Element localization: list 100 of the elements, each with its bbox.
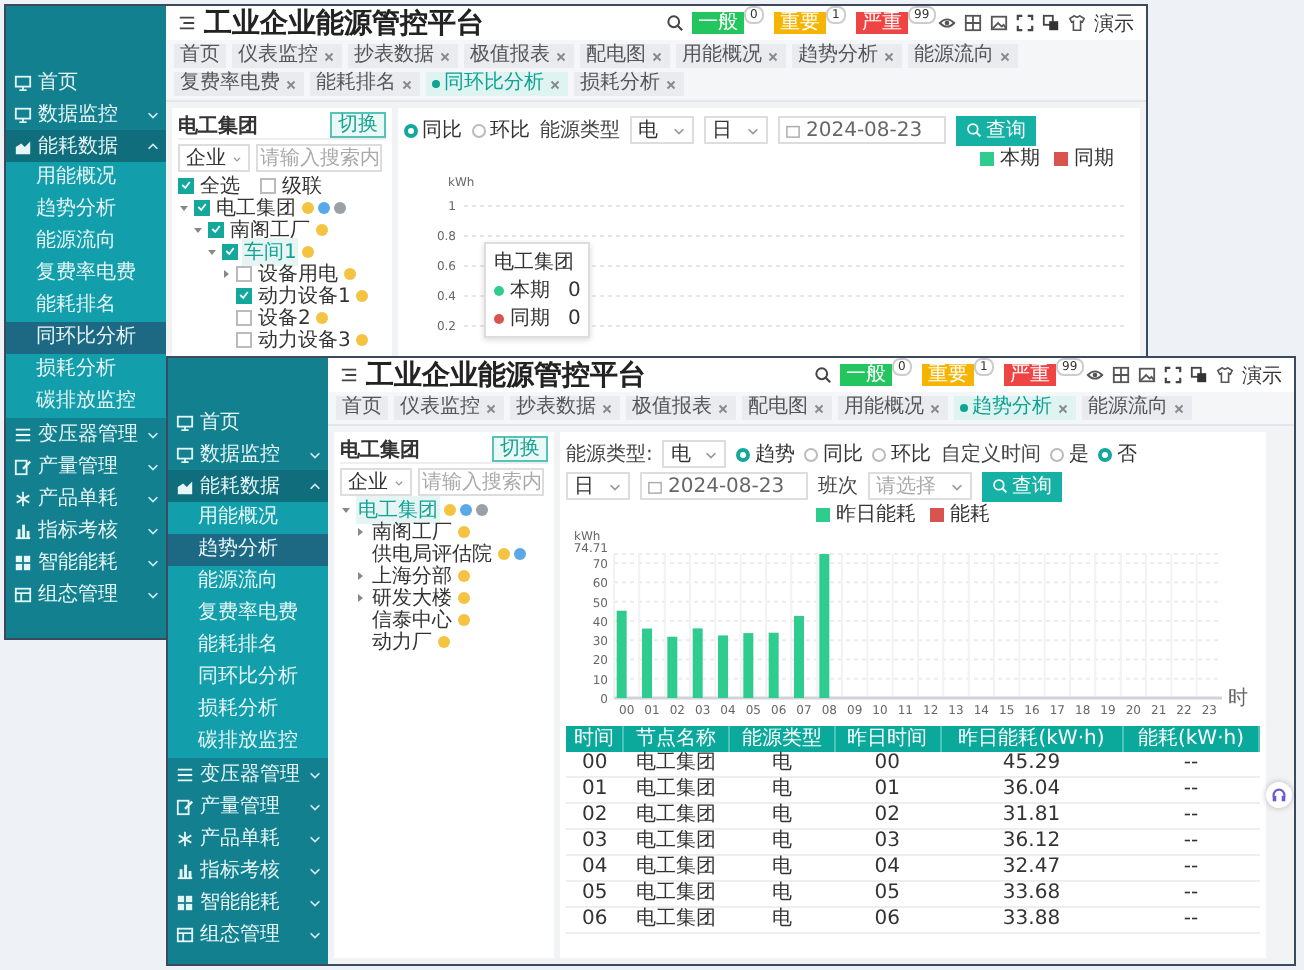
sidebar-item[interactable]: 能耗数据 (168, 470, 328, 502)
caret-icon[interactable] (340, 503, 352, 515)
close-icon[interactable] (600, 401, 614, 415)
tree-item[interactable]: 设备用电 (256, 259, 340, 287)
tab[interactable]: 用能概况 (838, 396, 948, 420)
tab[interactable]: 首页 (336, 396, 388, 420)
close-icon[interactable] (438, 49, 452, 63)
energy-type-dropdown[interactable]: 电 (630, 116, 694, 144)
image-icon[interactable] (990, 14, 1008, 32)
legend-label[interactable]: 昨日能耗 (836, 500, 916, 528)
close-icon[interactable] (548, 77, 562, 91)
sidebar-item[interactable]: 首页 (6, 66, 166, 98)
fullscreen-icon[interactable] (1164, 366, 1182, 384)
checkbox[interactable] (236, 265, 252, 281)
close-icon[interactable] (664, 77, 678, 91)
legend-label[interactable]: 本期 (1000, 144, 1040, 172)
sidebar-item[interactable]: 能耗数据 (6, 130, 166, 162)
radio-option[interactable]: 环比 (472, 116, 530, 144)
sidebar-item[interactable]: 产量管理 (6, 450, 166, 482)
tab[interactable]: 复费率电费 (174, 72, 304, 96)
close-icon[interactable] (284, 77, 298, 91)
sidebar-item[interactable]: 智能能耗 (168, 886, 328, 918)
user-name[interactable]: 演示 (1242, 361, 1282, 389)
tab[interactable]: 配电图 (580, 44, 670, 68)
tree-item[interactable]: 信泰中心 (370, 605, 454, 633)
tree-item[interactable]: 南阁工厂 (370, 517, 454, 545)
tab[interactable]: 仪表监控 (232, 44, 342, 68)
image-icon[interactable] (1138, 366, 1156, 384)
search-field[interactable]: 请输入搜索内 (256, 144, 382, 172)
close-icon[interactable] (882, 49, 896, 63)
close-icon[interactable] (400, 77, 414, 91)
close-icon[interactable] (1172, 401, 1186, 415)
tab[interactable]: 配电图 (742, 396, 832, 420)
sidebar-item[interactable]: 组态管理 (6, 578, 166, 610)
close-icon[interactable] (716, 401, 730, 415)
tab[interactable]: 首页 (174, 44, 226, 68)
layout-icon[interactable] (964, 14, 982, 32)
tree-item[interactable]: 研发大楼 (370, 583, 454, 611)
user-name[interactable]: 演示 (1094, 9, 1134, 37)
caret-icon[interactable] (192, 223, 204, 235)
checkbox[interactable] (208, 221, 224, 237)
scope-dropdown[interactable]: 企业 (340, 468, 412, 496)
close-icon[interactable] (928, 401, 942, 415)
radio-option[interactable]: 是 (1050, 440, 1089, 468)
legend-label[interactable]: 同期 (1074, 144, 1114, 172)
support-button[interactable] (1266, 782, 1292, 808)
energy-type-dropdown[interactable]: 电 (662, 440, 727, 468)
tree-item[interactable]: 设备2 (256, 303, 313, 331)
sidebar-item[interactable]: 指标考核 (168, 854, 328, 886)
search-icon[interactable] (666, 14, 684, 32)
fullscreen-icon[interactable] (1016, 14, 1034, 32)
radio-option[interactable]: 同比 (404, 116, 462, 144)
caret-icon[interactable] (206, 245, 218, 257)
radio-option[interactable]: 同比 (804, 440, 863, 468)
close-icon[interactable] (650, 49, 664, 63)
sidebar-subitem[interactable]: 趋势分析 (168, 534, 328, 566)
period-dropdown[interactable]: 日 (566, 472, 630, 500)
checkbox[interactable] (222, 243, 238, 259)
caret-icon[interactable] (354, 591, 366, 603)
sidebar-item[interactable]: 指标考核 (6, 514, 166, 546)
sidebar-item[interactable]: 变压器管理 (6, 418, 166, 450)
menu-icon[interactable] (178, 14, 196, 32)
date-field[interactable]: 2024-08-23 (640, 472, 808, 500)
translate-icon[interactable] (1190, 366, 1208, 384)
close-icon[interactable] (554, 49, 568, 63)
close-icon[interactable] (1056, 401, 1070, 415)
radio-option[interactable]: 环比 (872, 440, 931, 468)
tree-item[interactable]: 动力厂 (370, 627, 434, 655)
layout-icon[interactable] (1112, 366, 1130, 384)
tab[interactable]: 能源流向 (908, 44, 1018, 68)
tab[interactable]: 抄表数据 (348, 44, 458, 68)
tree-item[interactable]: 动力设备1 (256, 281, 353, 309)
checkbox[interactable] (194, 199, 210, 215)
alert-button[interactable]: 严重 (1004, 364, 1056, 386)
checkbox[interactable] (236, 287, 252, 303)
tree-item[interactable]: 供电局评估院 (370, 539, 494, 567)
shirt-icon[interactable] (1216, 366, 1234, 384)
tab[interactable]: 能源流向 (1082, 396, 1192, 420)
tab[interactable]: 仪表监控 (394, 396, 504, 420)
caret-icon[interactable] (178, 201, 190, 213)
eye-icon[interactable] (1086, 366, 1104, 384)
sidebar-item[interactable]: 智能能耗 (6, 546, 166, 578)
translate-icon[interactable] (1042, 14, 1060, 32)
sidebar-subitem[interactable]: 同环比分析 (6, 322, 166, 354)
period-dropdown[interactable]: 日 (704, 116, 768, 144)
tab[interactable]: 极值报表 (464, 44, 574, 68)
close-icon[interactable] (766, 49, 780, 63)
sidebar-item[interactable]: 产量管理 (168, 790, 328, 822)
menu-icon[interactable] (340, 366, 358, 384)
tab[interactable]: 趋势分析 (792, 44, 902, 68)
close-icon[interactable] (812, 401, 826, 415)
legend-label[interactable]: 能耗 (950, 500, 990, 528)
tab[interactable]: 抄表数据 (510, 396, 620, 420)
tab[interactable]: 用能概况 (676, 44, 786, 68)
tab[interactable]: 损耗分析 (574, 72, 684, 96)
search-field[interactable]: 请输入搜索内 (418, 468, 544, 496)
eye-icon[interactable] (938, 14, 956, 32)
sidebar-item[interactable]: 产品单耗 (6, 482, 166, 514)
checkbox[interactable] (236, 309, 252, 325)
search-icon[interactable] (814, 366, 832, 384)
